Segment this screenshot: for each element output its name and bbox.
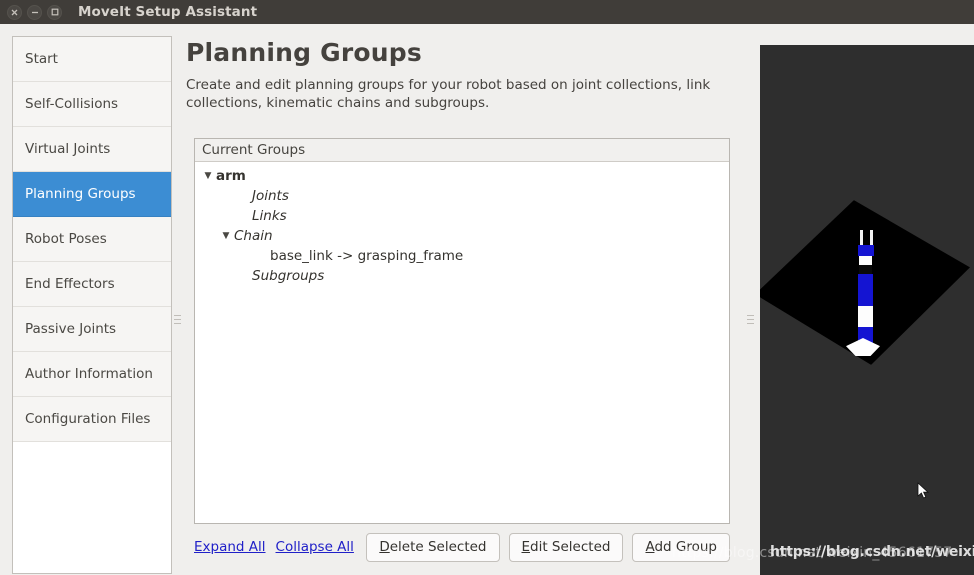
robot-segment-joint-upper [859, 265, 872, 274]
tree-body: ▼ arm Joints Links ▼ Chain base_link -> graspi… [195, 162, 729, 286]
button-accelerator-key: D [379, 538, 390, 555]
navigation-sidebar: Start Self-Collisions Virtual Joints Planni… [12, 36, 172, 574]
tree-row-label: arm [216, 168, 246, 184]
button-accelerator-key: E [521, 538, 531, 555]
tree-row-label: Subgroups [252, 268, 325, 284]
maximize-icon[interactable] [47, 4, 62, 20]
robot-segment-forearm [858, 274, 873, 306]
viewport-splitter-handle[interactable] [745, 299, 755, 339]
sidebar-item-self-collisions[interactable]: Self-Collisions [13, 82, 171, 127]
edit-selected-button[interactable]: Edit Selected [508, 532, 624, 562]
sidebar-item-robot-poses[interactable]: Robot Poses [13, 217, 171, 262]
sidebar-item-label: Self-Collisions [25, 96, 119, 112]
tree-row-label: Joints [252, 188, 289, 204]
chevron-down-icon[interactable]: ▼ [220, 231, 232, 241]
tree-row-label: base_link -> grasping_frame [270, 248, 464, 264]
sidebar-splitter-handle[interactable] [172, 299, 182, 339]
button-label-rest: dit Selected [530, 538, 611, 555]
sidebar-item-label: Passive Joints [25, 321, 117, 337]
tree-header-label: Current Groups [195, 139, 729, 162]
robot-segment-gripper-base [858, 245, 874, 256]
sidebar-item-label: End Effectors [25, 276, 115, 292]
sidebar-item-configuration-files[interactable]: Configuration Files [13, 397, 171, 442]
sidebar-item-author-information[interactable]: Author Information [13, 352, 171, 397]
add-group-button[interactable]: Add Group [632, 532, 730, 562]
sidebar-item-label: Planning Groups [25, 186, 136, 202]
sidebar-item-end-effectors[interactable]: End Effectors [13, 262, 171, 307]
robot-segment-elbow [858, 306, 873, 327]
sidebar-item-start[interactable]: Start [13, 37, 171, 82]
delete-selected-button[interactable]: Delete Selected [366, 532, 500, 562]
chevron-down-icon[interactable]: ▼ [202, 171, 214, 181]
window-controls [7, 4, 62, 20]
tree-row[interactable]: Links [195, 206, 729, 226]
action-button-group: Delete Selected Edit Selected Add Group [366, 532, 730, 562]
tree-row[interactable]: Subgroups [195, 266, 729, 286]
sidebar-item-label: Virtual Joints [25, 141, 111, 157]
tree-row-label: Chain [234, 228, 273, 244]
sidebar-item-virtual-joints[interactable]: Virtual Joints [13, 127, 171, 172]
sidebar-item-label: Start [25, 51, 58, 67]
robot-segment-wrist [859, 256, 872, 265]
current-groups-tree[interactable]: Current Groups ▼ arm Joints Links ▼ Chain base… [194, 138, 730, 524]
close-icon[interactable] [7, 4, 22, 20]
tree-row[interactable]: ▼ arm [195, 166, 729, 186]
sidebar-item-label: Configuration Files [25, 411, 151, 427]
sidebar-item-passive-joints[interactable]: Passive Joints [13, 307, 171, 352]
tree-actions-row: Expand All Collapse All Delete Selected E… [194, 532, 730, 562]
mouse-cursor [917, 482, 929, 499]
tree-row-label: Links [252, 208, 287, 224]
main-content: Planning Groups Create and edit planning… [186, 36, 738, 574]
robot-3d-viewport[interactable] [760, 45, 974, 575]
sidebar-item-label: Author Information [25, 366, 153, 382]
window-titlebar: MoveIt Setup Assistant [0, 0, 974, 24]
button-label-rest: elete Selected [389, 538, 487, 555]
window-title: MoveIt Setup Assistant [78, 4, 258, 20]
tree-row[interactable]: Joints [195, 186, 729, 206]
collapse-all-link[interactable]: Collapse All [276, 539, 354, 555]
sidebar-item-label: Robot Poses [25, 231, 107, 247]
minimize-icon[interactable] [27, 4, 42, 20]
page-description: Create and edit planning groups for your… [186, 77, 711, 111]
tree-row[interactable]: ▼ Chain [195, 226, 729, 246]
tree-row[interactable]: base_link -> grasping_frame [195, 246, 729, 266]
sidebar-item-planning-groups[interactable]: Planning Groups [13, 172, 171, 217]
page-title: Planning Groups [186, 38, 422, 67]
sidebar-empty-space [13, 442, 171, 573]
expand-all-link[interactable]: Expand All [194, 539, 266, 555]
button-label-rest: dd Group [654, 538, 717, 555]
